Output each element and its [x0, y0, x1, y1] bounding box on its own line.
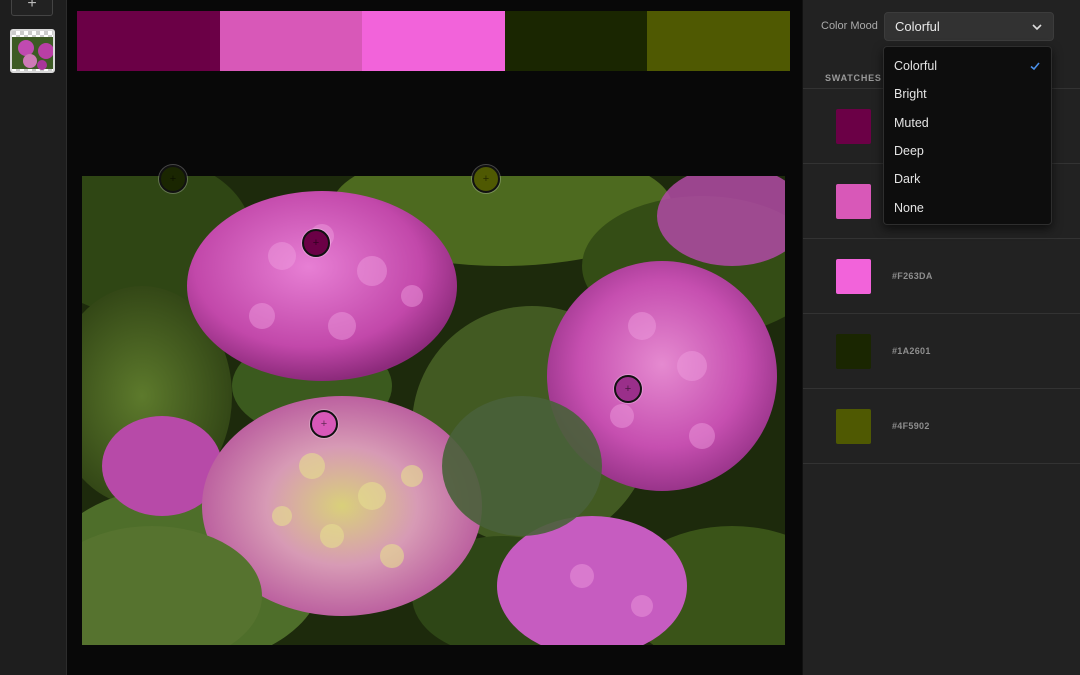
- swatch-chip[interactable]: [836, 259, 871, 294]
- chevron-down-icon: [1032, 24, 1042, 31]
- picker-handle-2[interactable]: +: [310, 410, 338, 438]
- picker-handle-icon: +: [320, 417, 328, 430]
- picker-handle-icon: +: [482, 172, 490, 185]
- checkmark-icon: [1030, 62, 1040, 71]
- picker-handle-icon: +: [312, 236, 320, 249]
- swatches-title: SWATCHES: [825, 73, 882, 83]
- canvas-area: + + + + +: [67, 0, 802, 675]
- swatch-hex[interactable]: #F263DA: [892, 271, 933, 281]
- swatch-row[interactable]: #4F5902: [803, 388, 1080, 463]
- swatch-hex[interactable]: #1A2601: [892, 346, 931, 356]
- palette-swatch-2[interactable]: [219, 11, 363, 71]
- color-mood-value: Colorful: [895, 19, 940, 34]
- image-thumbnail[interactable]: [10, 29, 55, 73]
- picker-handle-3[interactable]: +: [614, 375, 642, 403]
- swatch-chip[interactable]: [836, 109, 871, 144]
- left-rail: +: [0, 0, 67, 675]
- mood-option-label: Muted: [894, 115, 929, 130]
- color-mood-label: Color Mood: [821, 20, 878, 32]
- swatch-chip[interactable]: [836, 409, 871, 444]
- swatch-row[interactable]: #1A2601: [803, 313, 1080, 388]
- mood-option-dark[interactable]: Dark: [884, 165, 1051, 193]
- mood-option-label: None: [894, 200, 924, 215]
- mood-option-label: Bright: [894, 87, 927, 102]
- mood-option-label: Colorful: [894, 59, 938, 74]
- color-mood-dropdown: Colorful Bright Muted Deep Dark None: [883, 46, 1052, 225]
- picker-handle-1[interactable]: +: [302, 229, 330, 257]
- palette-strip: [77, 11, 790, 71]
- palette-swatch-4[interactable]: [504, 11, 648, 71]
- picker-handle-5[interactable]: +: [472, 165, 500, 193]
- palette-swatch-3[interactable]: [362, 11, 505, 71]
- swatch-row[interactable]: #F263DA: [803, 238, 1080, 313]
- swatch-hex[interactable]: #4F5902: [892, 421, 930, 431]
- source-photo: [82, 176, 785, 645]
- mood-option-bright[interactable]: Bright: [884, 80, 1051, 108]
- swatch-chip[interactable]: [836, 184, 871, 219]
- picker-handle-icon: +: [624, 382, 632, 395]
- divider: [803, 463, 1080, 464]
- picker-handle-icon: +: [169, 172, 177, 185]
- swatch-chip[interactable]: [836, 334, 871, 369]
- mood-option-deep[interactable]: Deep: [884, 137, 1051, 165]
- palette-swatch-1[interactable]: [77, 11, 220, 71]
- mood-option-colorful[interactable]: Colorful: [884, 52, 1051, 80]
- color-theme-app: + + + + + + Color Mood Colorful SWATCHES…: [0, 0, 1080, 675]
- mood-option-muted[interactable]: Muted: [884, 109, 1051, 137]
- add-image-button[interactable]: +: [11, 0, 53, 16]
- mood-option-label: Dark: [894, 172, 921, 187]
- picker-handle-4[interactable]: +: [159, 165, 187, 193]
- mood-option-none[interactable]: None: [884, 193, 1051, 221]
- palette-swatch-5[interactable]: [647, 11, 790, 71]
- color-mood-select[interactable]: Colorful: [884, 12, 1054, 41]
- mood-option-label: Deep: [894, 144, 924, 159]
